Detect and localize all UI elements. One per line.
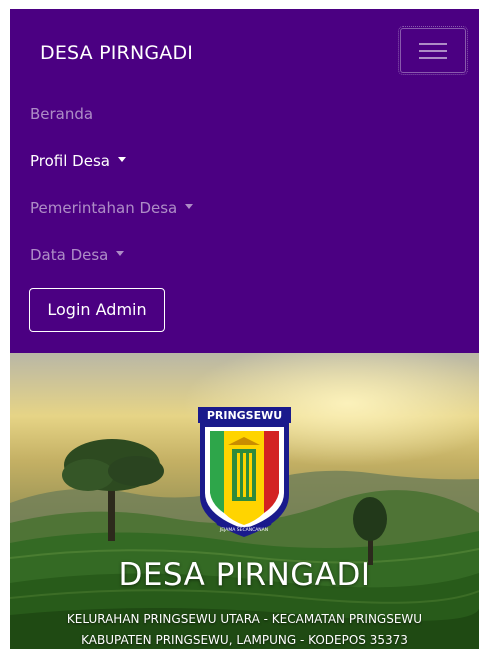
logo-banner-text: PRINGSEWU [207, 409, 282, 422]
hero-title: DESA PIRNGADI [118, 557, 371, 593]
nav-item-label: Data Desa [30, 246, 109, 264]
nav-item-label: Profil Desa [30, 152, 110, 170]
nav-item-label: Pemerintahan Desa [30, 199, 178, 217]
hero-address-line-1: KELURAHAN PRINGSEWU UTARA - KECAMATAN PR… [66, 612, 423, 626]
logo-motto-text: JEJAMA SECANCANAN [219, 527, 268, 533]
hero-landscape-image: PRINGSEWU JEJAMA SECANCANAN [10, 353, 479, 649]
nav-item-data-desa[interactable]: Data Desa [30, 246, 125, 264]
caret-down-icon [117, 157, 126, 162]
nav-item-pemerintahan-desa[interactable]: Pemerintahan Desa [30, 199, 194, 217]
nav-item-beranda[interactable]: Beranda [30, 105, 93, 123]
caret-down-icon [116, 251, 125, 256]
nav-item-label: Beranda [30, 105, 94, 123]
hero-banner: PRINGSEWU JEJAMA SECANCANAN DESA PIRNGAD… [10, 353, 479, 649]
hero-address-line-2: KABUPATEN PRINGSEWU, LAMPUNG - KODEPOS 3… [81, 633, 408, 647]
pringsewu-logo [198, 407, 291, 537]
navbar-brand[interactable]: DESA PIRNGADI [40, 42, 193, 64]
nav-item-profil-desa[interactable]: Profil Desa [30, 152, 126, 170]
caret-down-icon [185, 204, 194, 209]
navbar: DESA PIRNGADI Beranda Profil Desa Pemeri… [10, 9, 479, 353]
login-admin-button[interactable]: Login Admin [29, 288, 165, 332]
page-frame: DESA PIRNGADI Beranda Profil Desa Pemeri… [10, 9, 479, 649]
navbar-toggler-button[interactable] [398, 26, 468, 75]
